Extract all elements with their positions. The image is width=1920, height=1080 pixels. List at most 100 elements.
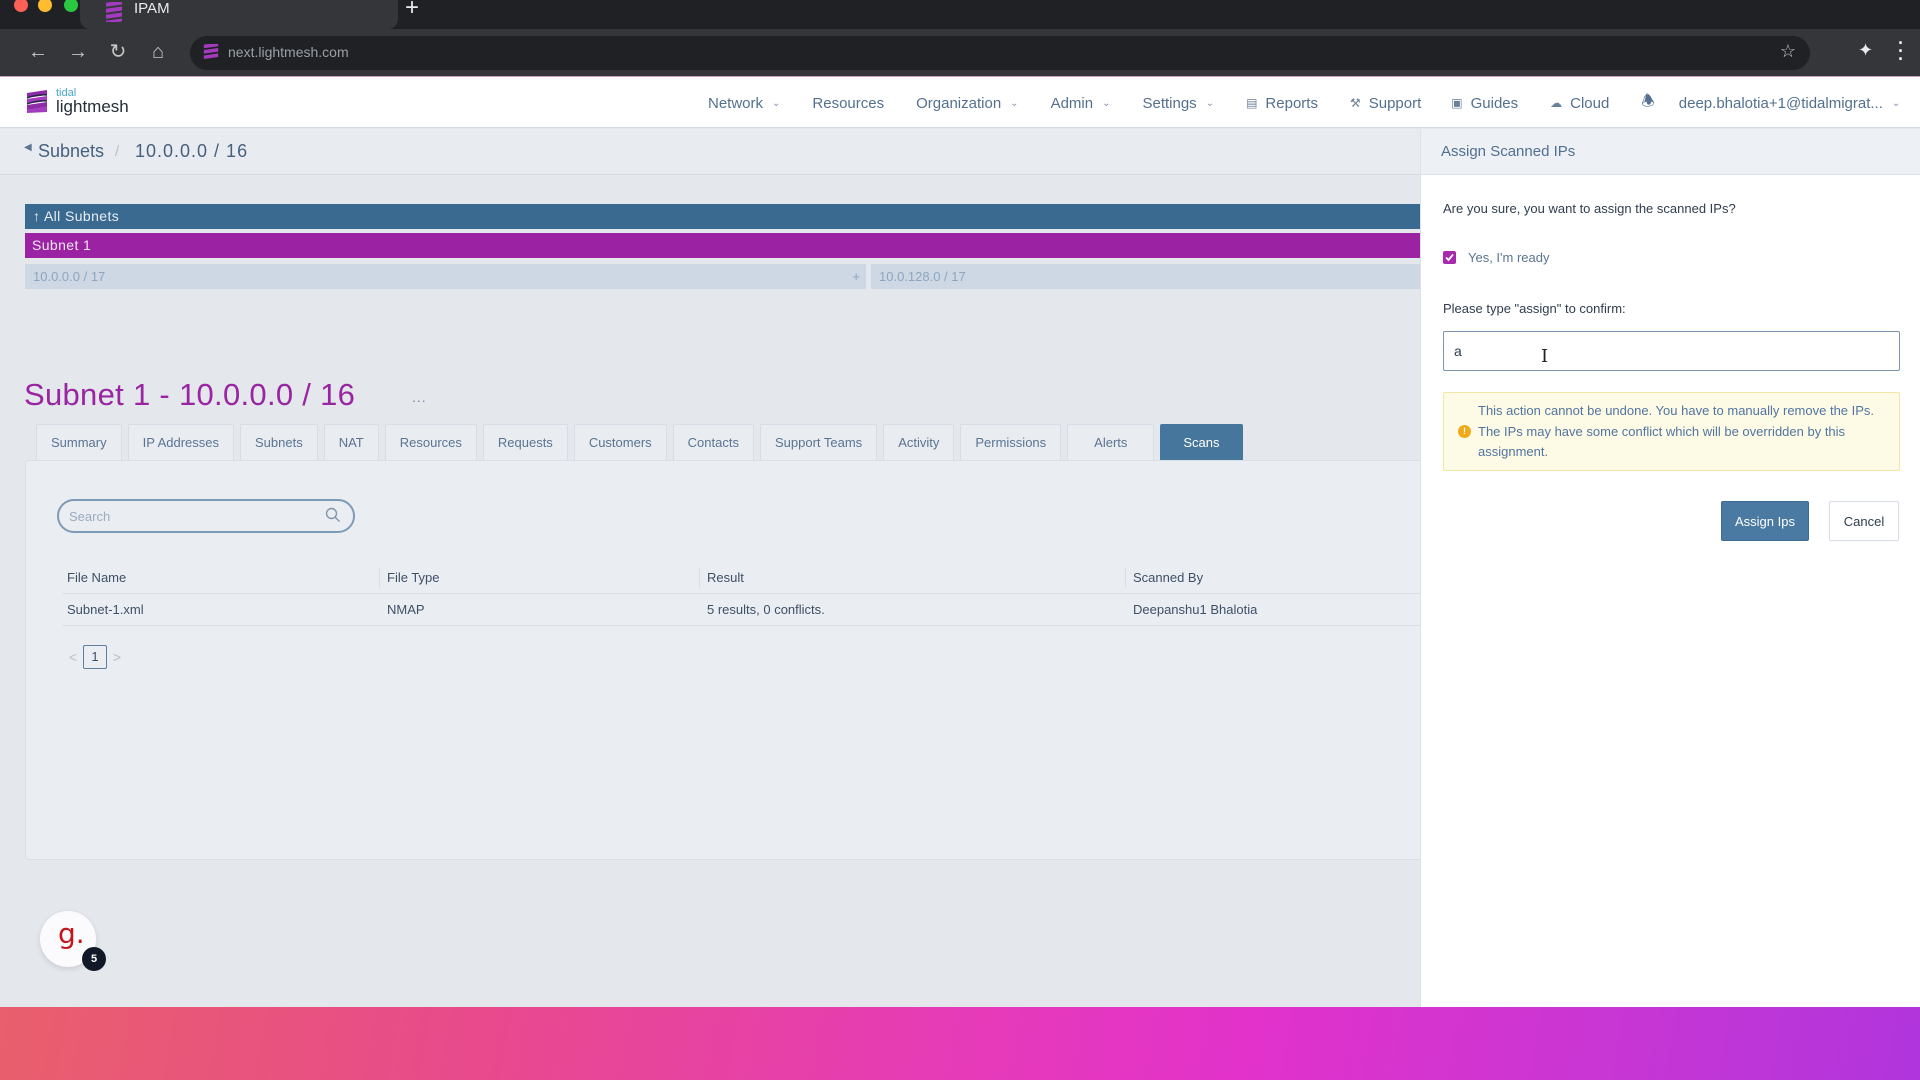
assign-scanned-ips-panel: Assign Scanned IPs Are you sure, you wan… <box>1420 129 1920 1007</box>
star-icon[interactable]: ☆ <box>1780 41 1796 62</box>
all-subnets-bar[interactable]: ↑ All Subnets <box>25 204 1420 229</box>
browser-tab[interactable]: IPAM <box>80 0 398 29</box>
tab-contacts[interactable]: Contacts <box>672 424 754 460</box>
decorative-gradient-band <box>0 1007 1920 1080</box>
nav-organization[interactable]: Organization ⌄ <box>916 95 1018 112</box>
confirmation-question: Are you sure, you want to assign the sca… <box>1443 201 1736 216</box>
tab-resources[interactable]: Resources <box>384 424 477 460</box>
user-email: deep.bhalotia+1@tidalmigrat... <box>1678 94 1883 112</box>
nav-settings[interactable]: Settings ⌄ <box>1142 95 1214 112</box>
column-header-file-type[interactable]: File Type <box>379 567 703 588</box>
lightmesh-favicon-icon <box>106 2 122 22</box>
help-widget[interactable]: g. 5 <box>40 911 106 971</box>
search-input[interactable] <box>69 501 309 531</box>
cell-file-name: Subnet-1.xml <box>67 602 144 617</box>
warning-text: This action cannot be undone. You have t… <box>1478 403 1875 459</box>
kebab-menu-icon[interactable]: · · · <box>1898 34 1904 68</box>
chevron-down-icon: ⌄ <box>772 97 781 109</box>
nav-reports[interactable]: ▤ Reports <box>1246 95 1318 112</box>
nav-resources-label: Resources <box>812 94 885 112</box>
chevron-left-icon[interactable]: < <box>63 649 83 665</box>
tab-alerts[interactable]: Alerts <box>1067 424 1155 460</box>
lightmesh-logo[interactable]: tidal lightmesh <box>26 87 129 115</box>
new-tab-button[interactable]: + <box>405 0 419 20</box>
text-cursor-icon: I <box>1541 346 1549 367</box>
arrow-right-icon[interactable]: → <box>66 40 90 64</box>
minimize-window-button[interactable] <box>38 0 52 12</box>
child-subnet-label: 10.0.0.0 / 17 <box>33 269 106 284</box>
tab-nat[interactable]: NAT <box>323 424 379 460</box>
cell-scanned-by: Deepanshu1 Bhalotia <box>1133 602 1258 617</box>
page-1-button[interactable]: 1 <box>83 645 107 669</box>
ready-checkbox[interactable] <box>1443 251 1456 264</box>
tab-permissions[interactable]: Permissions <box>960 424 1062 460</box>
user-menu[interactable]: deep.bhalotia+1@tidalmigrat... ⌄ <box>1679 95 1901 112</box>
cancel-button[interactable]: Cancel <box>1829 501 1899 541</box>
child-subnet-bar[interactable]: 10.0.128.0 / 17 <box>871 264 1420 289</box>
bell-icon[interactable]: 🕭 <box>1641 91 1654 116</box>
browser-tabstrip: IPAM + <box>0 0 1920 29</box>
url-text[interactable]: next.lightmesh.com <box>228 44 349 60</box>
logo-text-big: lightmesh <box>56 97 129 116</box>
browser-tab-title: IPAM <box>134 0 170 17</box>
chevron-down-icon: ⌄ <box>1010 97 1019 109</box>
more-options-button[interactable]: ... <box>412 389 427 405</box>
search-icon[interactable] <box>325 507 341 523</box>
nav-support-label: Support <box>1368 94 1422 112</box>
tab-subnets[interactable]: Subnets <box>240 424 318 460</box>
book-icon: ▣ <box>1451 96 1463 110</box>
panel-title: Assign Scanned IPs <box>1421 129 1920 175</box>
address-bar[interactable]: next.lightmesh.com ☆ <box>190 36 1810 70</box>
arrow-left-icon[interactable]: ← <box>26 40 50 64</box>
search-box <box>57 499 355 533</box>
scans-table: File Name File Type Result Scanned By Su… <box>63 561 1426 626</box>
child-subnet-bar[interactable]: 10.0.0.0 / 17 + <box>25 264 866 289</box>
column-header-scanned-by[interactable]: Scanned By <box>1125 567 1426 588</box>
tab-scans[interactable]: Scans <box>1160 424 1243 460</box>
add-subnet-icon[interactable]: + <box>852 264 860 289</box>
tab-customers[interactable]: Customers <box>573 424 667 460</box>
tab-summary[interactable]: Summary <box>36 424 122 460</box>
nav-network[interactable]: Network ⌄ <box>708 95 780 112</box>
tab-activity[interactable]: Activity <box>883 424 955 460</box>
caret-left-icon[interactable]: ◀ <box>24 142 32 153</box>
tab-ip-addresses[interactable]: IP Addresses <box>127 424 234 460</box>
wrench-icon: ⚒ <box>1349 96 1361 110</box>
breadcrumb-subnets-link[interactable]: Subnets <box>38 141 104 162</box>
warning-alert: ! This action cannot be undone. You have… <box>1443 392 1900 471</box>
tab-requests[interactable]: Requests <box>482 424 568 460</box>
ready-checkbox-label[interactable]: Yes, I'm ready <box>1468 250 1550 265</box>
cloud-icon: ☁ <box>1550 96 1563 110</box>
bar-chart-icon: ▤ <box>1246 96 1258 110</box>
nav-support[interactable]: ⚒ Support <box>1350 95 1421 112</box>
table-header: File Name File Type Result Scanned By <box>63 561 1426 594</box>
reload-icon[interactable]: ↻ <box>106 40 130 64</box>
browser-toolbar: ← → ↻ ⌂ next.lightmesh.com ☆ ✦ · · · <box>0 29 1920 76</box>
puzzle-icon[interactable]: ✦ <box>1858 40 1873 61</box>
home-icon[interactable]: ⌂ <box>146 40 170 64</box>
page-title: Subnet 1 - 10.0.0.0 / 16 <box>24 377 356 412</box>
column-header-result[interactable]: Result <box>699 567 1129 588</box>
confirm-input-label: Please type "assign" to confirm: <box>1443 301 1626 316</box>
current-subnet-bar[interactable]: Subnet 1 <box>25 233 1420 258</box>
nav-cloud[interactable]: ☁ Cloud <box>1550 95 1609 112</box>
assign-ips-button[interactable]: Assign Ips <box>1721 501 1809 541</box>
table-row[interactable]: Subnet-1.xml NMAP 5 results, 0 conflicts… <box>63 594 1426 626</box>
cell-result: 5 results, 0 conflicts. <box>707 602 825 617</box>
chevron-right-icon[interactable]: > <box>107 649 127 665</box>
nav-resources[interactable]: Resources <box>812 95 884 112</box>
nav-network-label: Network <box>708 94 764 112</box>
nav-cloud-label: Cloud <box>1570 94 1610 112</box>
confirm-input[interactable] <box>1443 331 1900 371</box>
column-header-file-name[interactable]: File Name <box>63 570 383 585</box>
pagination: < 1 > <box>63 645 127 669</box>
tab-support-teams[interactable]: Support Teams <box>759 424 878 460</box>
close-window-button[interactable] <box>14 0 28 12</box>
nav-admin[interactable]: Admin ⌄ <box>1051 95 1111 112</box>
arrow-up-icon: ↑ <box>33 208 41 224</box>
nav-admin-label: Admin <box>1050 94 1094 112</box>
nav-guides[interactable]: ▣ Guides <box>1451 95 1518 112</box>
maximize-window-button[interactable] <box>64 0 78 12</box>
subnet-tabs: Summary IP Addresses Subnets NAT Resourc… <box>36 424 1249 460</box>
lightmesh-favicon-icon <box>203 44 219 60</box>
